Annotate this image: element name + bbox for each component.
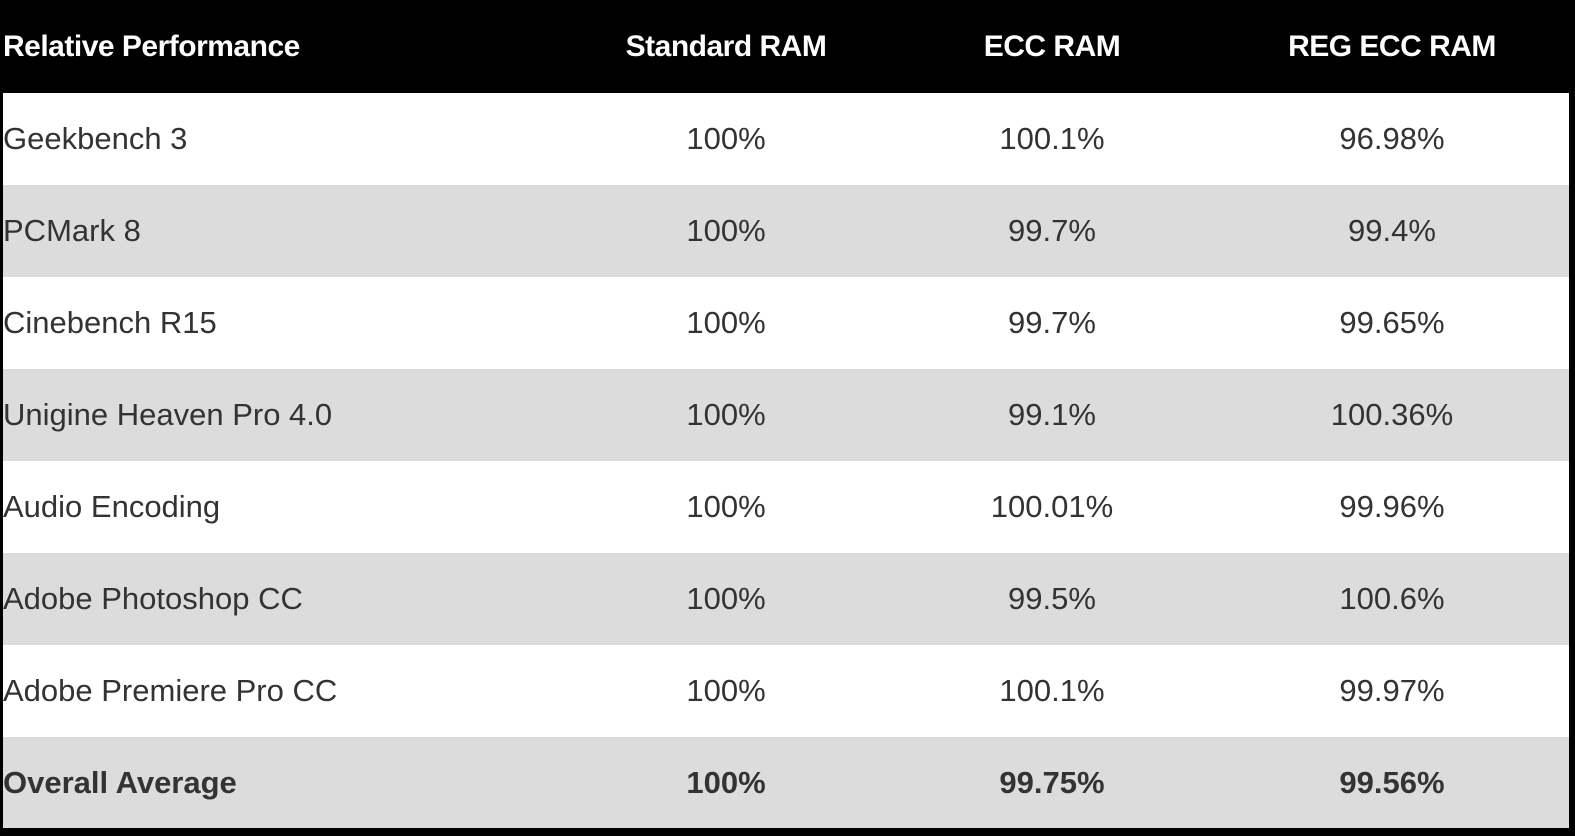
column-header-reg-ecc-ram: REG ECC RAM [1288, 29, 1496, 63]
reg-ecc-ram-value: 100.36% [1330, 397, 1454, 432]
header-row: Relative Performance Standard RAM ECC RA… [3, 0, 1569, 93]
table-frame: Relative Performance Standard RAM ECC RA… [0, 0, 1575, 836]
benchmark-name: Adobe Photoshop CC [3, 581, 303, 616]
benchmark-name: Unigine Heaven Pro 4.0 [3, 397, 333, 432]
benchmark-name: Cinebench R15 [3, 305, 217, 340]
table-row: Cinebench R15 100% 99.7% 99.65% [3, 277, 1569, 369]
table-row: Adobe Premiere Pro CC 100% 100.1% 99.97% [3, 645, 1569, 737]
ecc-ram-value: 100.1% [999, 673, 1105, 708]
ecc-ram-value: 99.7% [1008, 305, 1096, 340]
standard-ram-value: 100% [686, 489, 766, 524]
reg-ecc-ram-value: 96.98% [1339, 121, 1445, 156]
overall-ecc-ram-value: 99.75% [999, 764, 1105, 800]
table-row: Geekbench 3 100% 100.1% 96.98% [3, 93, 1569, 185]
ecc-ram-value: 99.1% [1008, 397, 1096, 432]
overall-reg-ecc-ram-value: 99.56% [1339, 764, 1445, 800]
ecc-ram-value: 100.1% [999, 121, 1105, 156]
table-row: PCMark 8 100% 99.7% 99.4% [3, 185, 1569, 277]
column-header-ecc-ram: ECC RAM [983, 29, 1121, 63]
reg-ecc-ram-value: 100.6% [1339, 581, 1445, 616]
column-header-standard-ram: Standard RAM [625, 29, 827, 63]
table-body: Geekbench 3 100% 100.1% 96.98% PCMark 8 … [3, 93, 1569, 828]
standard-ram-value: 100% [686, 305, 766, 340]
reg-ecc-ram-value: 99.97% [1339, 673, 1445, 708]
reg-ecc-ram-value: 99.96% [1339, 489, 1445, 524]
table-row: Unigine Heaven Pro 4.0 100% 99.1% 100.36… [3, 369, 1569, 461]
table-row: Adobe Photoshop CC 100% 99.5% 100.6% [3, 553, 1569, 645]
table-header: Relative Performance Standard RAM ECC RA… [3, 0, 1569, 93]
overall-standard-ram-value: 100% [686, 764, 766, 800]
benchmark-name: Adobe Premiere Pro CC [3, 673, 338, 708]
performance-table: Relative Performance Standard RAM ECC RA… [3, 0, 1569, 828]
standard-ram-value: 100% [686, 397, 766, 432]
standard-ram-value: 100% [686, 581, 766, 616]
reg-ecc-ram-value: 99.4% [1348, 213, 1436, 248]
benchmark-name: PCMark 8 [3, 213, 141, 248]
overall-average-label: Overall Average [3, 764, 237, 800]
ecc-ram-value: 100.01% [990, 489, 1114, 524]
column-header-relative-performance: Relative Performance [3, 29, 300, 63]
reg-ecc-ram-value: 99.65% [1339, 305, 1445, 340]
table-row: Audio Encoding 100% 100.01% 99.96% [3, 461, 1569, 553]
benchmark-name: Geekbench 3 [3, 121, 188, 156]
benchmark-name: Audio Encoding [3, 489, 221, 524]
standard-ram-value: 100% [686, 121, 766, 156]
ecc-ram-value: 99.5% [1008, 581, 1096, 616]
standard-ram-value: 100% [686, 213, 766, 248]
ecc-ram-value: 99.7% [1008, 213, 1096, 248]
overall-average-row: Overall Average 100% 99.75% 99.56% [3, 737, 1569, 828]
standard-ram-value: 100% [686, 673, 766, 708]
